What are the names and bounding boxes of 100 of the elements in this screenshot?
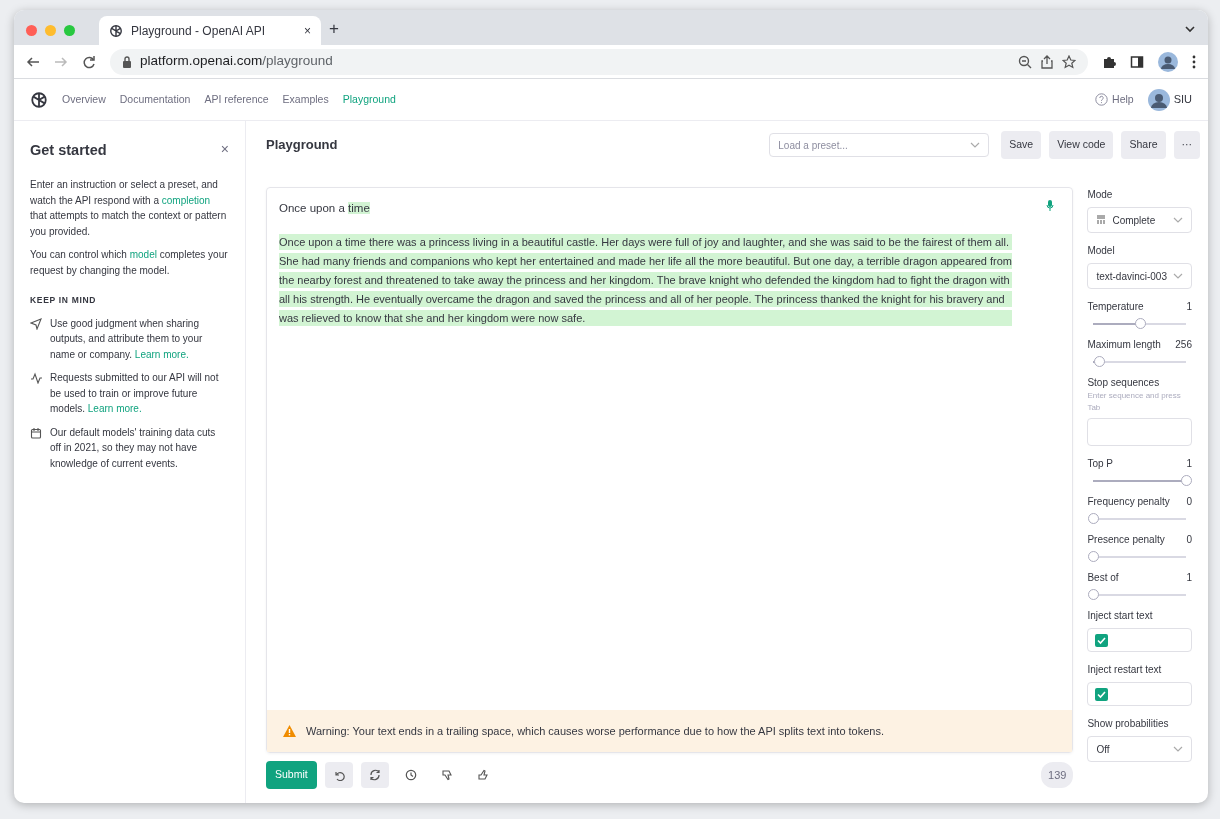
inline-link[interactable]: completion xyxy=(161,194,211,206)
tip-text: Our default models' training data cuts off in 2021, so they may not have knowledge of current events. xyxy=(50,425,217,471)
star-icon[interactable] xyxy=(1062,54,1076,69)
checkbox[interactable] xyxy=(1095,687,1109,701)
warning-text: Warning: Your text ends in a trailing space, which causes worse performance due to how the API splits text into tokens. xyxy=(306,723,884,739)
setting-label: Inject start text xyxy=(1087,609,1153,623)
completion-text: Once upon a time there was a princess living in a beautiful castle. Her days were full of joy and laughter, and she was said to be the fairest of them all. She had many friends and companions who kept her entertained and made her life all the more beautiful. But one day, a terrible dragon appeared from the nearby forest and threatened to take away the princess and her kingdom. The brave knight who defended the kingdom had to fight the dragon with all his strength. He eventually overcame the dragon and saved the princess and all of her people. The princess thanked the knight for his bravery and was relieved to know that she and her kingdom were now safe. xyxy=(279,233,1013,329)
slider-thumb[interactable] xyxy=(1088,551,1100,562)
setting-label: Maximum length xyxy=(1087,338,1161,352)
undo-icon xyxy=(332,769,345,782)
sidebar-title: Get started xyxy=(30,141,107,160)
section-heading: KEEP IN MIND xyxy=(30,294,98,308)
chevron-down-icon xyxy=(1173,215,1183,225)
pulse-icon xyxy=(30,372,42,385)
setting-label: Stop sequences xyxy=(1087,376,1160,390)
chevron-down-icon xyxy=(1173,271,1183,281)
undo-button[interactable] xyxy=(324,762,353,789)
setting-label: Frequency penalty xyxy=(1087,495,1170,509)
prompt-text: Once upon a time xyxy=(279,201,371,216)
select-dropdown[interactable]: Complete xyxy=(1087,207,1192,233)
close-button[interactable]: × xyxy=(220,139,229,162)
thumbs-down-icon xyxy=(440,769,453,782)
puzzle-piece-icon[interactable] xyxy=(1102,54,1116,69)
nav-link[interactable]: Documentation xyxy=(119,91,191,108)
setting-label: Top P xyxy=(1087,457,1113,471)
regenerate-button[interactable] xyxy=(360,762,389,789)
openai-logo-icon xyxy=(109,23,123,38)
more-button[interactable]: ··· xyxy=(1173,131,1200,159)
slider-thumb[interactable] xyxy=(1181,475,1192,486)
share-icon[interactable] xyxy=(1040,54,1054,69)
inline-link[interactable]: Learn more. xyxy=(134,348,189,360)
user-name[interactable]: SIU xyxy=(1173,91,1192,108)
text-input-field[interactable] xyxy=(1087,418,1192,446)
warning-icon xyxy=(283,725,296,737)
lock-icon xyxy=(122,55,132,68)
setting-value: 1 xyxy=(1186,571,1192,585)
window-control-dot[interactable] xyxy=(64,25,75,36)
history-icon xyxy=(404,769,417,782)
setting-label: Inject restart text xyxy=(1087,663,1162,677)
new-tab-button[interactable]: + xyxy=(329,15,339,41)
help-icon xyxy=(1095,93,1109,106)
zoom-out-icon[interactable] xyxy=(1018,54,1032,69)
reload-icon[interactable] xyxy=(82,54,96,69)
microphone-icon[interactable] xyxy=(1046,200,1055,212)
setting-value: 0 xyxy=(1186,533,1192,547)
slider-thumb[interactable] xyxy=(1134,318,1146,329)
setting-value: 1 xyxy=(1186,300,1192,314)
slider-thumb[interactable] xyxy=(1093,356,1105,367)
openai-logo-icon[interactable] xyxy=(30,90,48,109)
checkbox[interactable] xyxy=(1095,633,1109,647)
avatar-icon[interactable] xyxy=(1147,88,1170,111)
preset-dropdown[interactable]: Load a preset... xyxy=(769,133,990,157)
send-icon xyxy=(30,317,42,330)
forward-arrow-icon[interactable] xyxy=(54,54,68,69)
browser-tab[interactable]: Playground - OpenAI API × xyxy=(99,16,321,45)
setting-label: Mode xyxy=(1087,188,1113,202)
nav-link[interactable]: Overview xyxy=(62,91,106,108)
intro-paragraph: You can control which model completes your request by changing the model. xyxy=(30,248,229,278)
tip-text: Use good judgment when sharing outputs, and attribute them to your name or company. Learn more. xyxy=(50,316,204,362)
more-options-icon[interactable] xyxy=(1192,54,1196,69)
chevron-down-icon xyxy=(970,140,981,150)
share-button[interactable]: Share xyxy=(1121,131,1166,159)
chevron-down-icon[interactable] xyxy=(1184,23,1196,35)
tab-title: Playground - OpenAI API xyxy=(131,22,267,40)
inline-link[interactable]: Learn more. xyxy=(87,403,142,415)
tip-text: Requests submitted to our API will not be used to train or improve future models. Learn more. xyxy=(50,371,220,417)
intro-paragraph: Enter an instruction or select a preset, and watch the API respond with a completion that attempts to match the context or pattern you provided. xyxy=(30,178,228,239)
save-button[interactable]: Save xyxy=(1001,131,1042,159)
setting-value: 1 xyxy=(1186,457,1192,471)
setting-label: Show probabilities xyxy=(1087,717,1169,731)
side-panel-icon[interactable] xyxy=(1130,54,1144,69)
field-hint: Enter sequence and press Tab xyxy=(1087,390,1182,414)
select-dropdown[interactable]: text-davinci-003 xyxy=(1087,263,1192,289)
window-control-dot[interactable] xyxy=(45,25,56,36)
setting-label: Model xyxy=(1087,244,1115,258)
avatar-icon[interactable] xyxy=(1158,51,1178,72)
nav-link[interactable]: Examples xyxy=(282,91,329,108)
setting-label: Temperature xyxy=(1087,300,1144,314)
prompt-editor[interactable] xyxy=(266,187,1074,754)
help-link[interactable]: Help xyxy=(1095,91,1134,108)
setting-label: Presence penalty xyxy=(1087,533,1165,547)
nav-link[interactable]: API reference xyxy=(204,91,269,108)
mode-icon xyxy=(1096,215,1107,225)
back-arrow-icon[interactable] xyxy=(26,54,40,69)
nav-link[interactable]: Playground xyxy=(342,91,396,108)
calendar-icon xyxy=(30,426,42,439)
page-title: Playground xyxy=(266,136,339,155)
view-code-button[interactable]: View code xyxy=(1049,131,1114,159)
window-control-dot[interactable] xyxy=(26,25,37,36)
submit-button[interactable]: Submit xyxy=(266,761,317,789)
tab-close-button[interactable]: × xyxy=(304,21,311,40)
token-count: 139 xyxy=(1041,761,1074,789)
thumbs-up-icon xyxy=(476,769,489,782)
setting-value: 256 xyxy=(1175,338,1192,352)
inline-link[interactable]: model xyxy=(129,249,157,261)
setting-value: 0 xyxy=(1186,495,1192,509)
setting-label: Best of xyxy=(1087,571,1119,585)
slider-thumb[interactable] xyxy=(1088,513,1100,524)
slider-thumb[interactable] xyxy=(1088,589,1100,600)
select-dropdown[interactable]: Off xyxy=(1087,736,1192,762)
